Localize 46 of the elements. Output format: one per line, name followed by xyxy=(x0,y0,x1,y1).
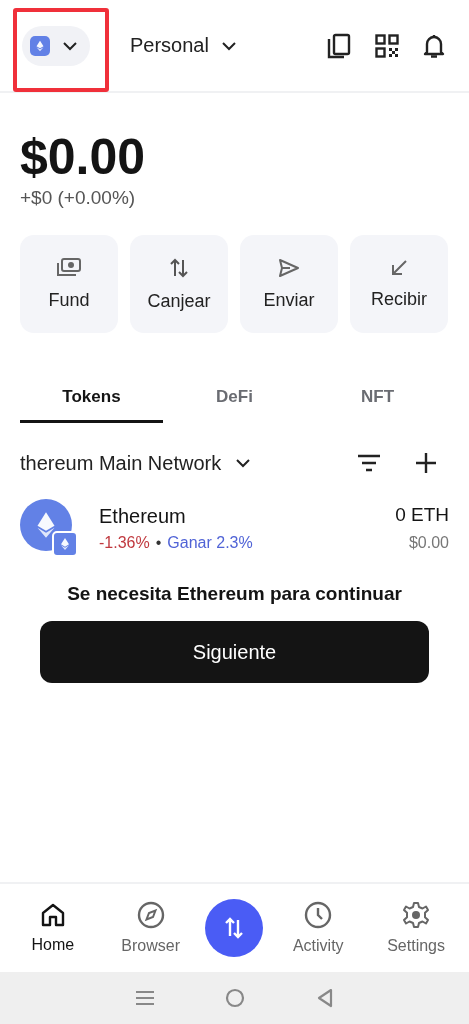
chevron-down-icon xyxy=(235,458,252,468)
recent-apps-icon[interactable] xyxy=(135,990,154,1006)
chevron-down-icon xyxy=(62,40,78,51)
nav-tab[interactable]: Settings xyxy=(373,901,460,955)
cash-icon xyxy=(56,257,82,278)
tab[interactable]: NFT xyxy=(306,373,449,423)
network-dropdown[interactable]: thereum Main Network xyxy=(20,451,252,475)
balance-amount: $0.00 xyxy=(20,129,147,185)
fiat-value: $0.00 xyxy=(408,534,449,552)
nav-tab[interactable]: Browser xyxy=(107,901,194,955)
action-button[interactable]: Recibir xyxy=(350,235,448,333)
account-selector[interactable]: Personal xyxy=(130,34,237,57)
arrow-down-left-icon xyxy=(390,258,408,277)
home-icon xyxy=(39,902,66,928)
filter-icon[interactable] xyxy=(357,454,381,472)
action-button[interactable]: Enviar xyxy=(240,235,338,333)
compass-icon xyxy=(136,901,165,929)
home-circle-icon[interactable] xyxy=(225,988,246,1008)
swap-button[interactable] xyxy=(205,899,264,957)
balance-change: +$0 (+0.00%) xyxy=(20,187,137,209)
chevron-down-icon xyxy=(220,40,237,51)
back-icon[interactable] xyxy=(317,988,334,1008)
notice-text: Se necesita Ethereum para continuar xyxy=(66,583,403,605)
next-button[interactable]: Siguiente xyxy=(40,621,429,683)
action-button[interactable]: Fund xyxy=(20,235,118,333)
tab[interactable]: Tokens xyxy=(20,373,163,423)
ethereum-icon xyxy=(30,35,50,56)
nav-tab[interactable]: Home xyxy=(9,902,96,954)
settings-icon xyxy=(402,901,431,929)
tab[interactable]: DeFi xyxy=(163,373,306,423)
qr-code-icon[interactable] xyxy=(375,33,399,58)
clock-icon xyxy=(304,901,333,929)
token-name[interactable]: Ethereum xyxy=(99,504,253,528)
send-icon xyxy=(278,257,300,278)
price-change: -1.36% xyxy=(99,533,150,552)
token-amount: 0 ETH xyxy=(395,504,449,526)
nav-tab[interactable]: Activity xyxy=(275,901,362,955)
add-icon[interactable] xyxy=(415,452,437,474)
copy-icon[interactable] xyxy=(327,32,351,59)
swap-arrows-icon xyxy=(224,916,245,940)
separator: • xyxy=(155,533,162,552)
network-selector[interactable] xyxy=(22,25,90,66)
action-button[interactable]: Canjear xyxy=(130,235,228,333)
notification-bell-icon[interactable] xyxy=(423,32,445,59)
earn-link[interactable]: Ganar 2.3% xyxy=(167,533,253,552)
swap-arrows-icon xyxy=(169,256,189,279)
